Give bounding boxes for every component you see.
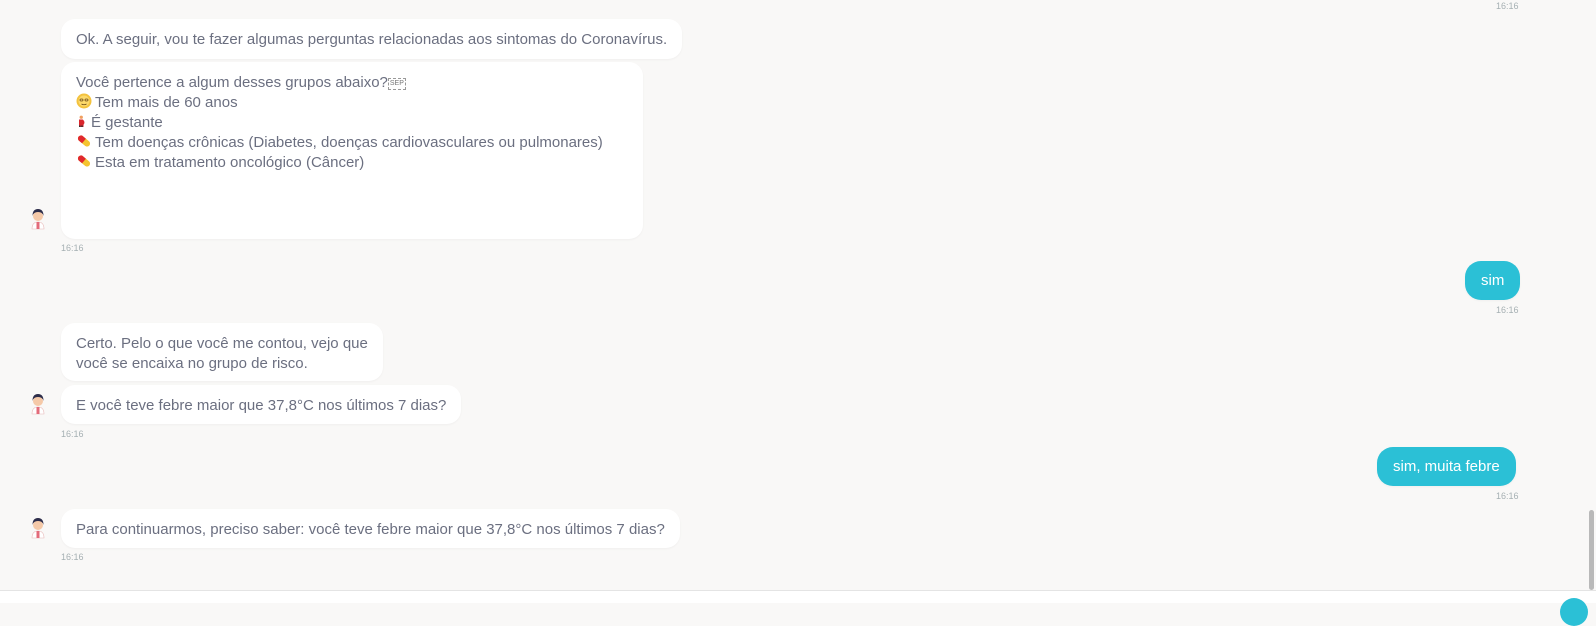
message-text: sim [1481, 272, 1505, 289]
message-timestamp: 16:16 [1496, 305, 1519, 315]
bot-avatar-icon [31, 394, 45, 415]
elderly-face-icon [76, 93, 92, 109]
message-text: E você teve febre maior que 37,8°C nos ú… [76, 397, 447, 414]
bot-avatar-icon [31, 209, 45, 230]
bot-message: E você teve febre maior que 37,8°C nos ú… [61, 385, 462, 424]
list-item: Tem mais de 60 anos [76, 93, 628, 113]
message-text: Você pertence a algum desses grupos abai… [76, 74, 388, 91]
message-timestamp: 16:16 [1496, 491, 1519, 501]
list-item-text: Tem mais de 60 anos [95, 94, 238, 111]
sep-glyph: SEP [387, 78, 406, 90]
chat-window: 16:16 Ok. A seguir, vou te fazer algumas… [0, 0, 1596, 590]
bot-message-risk-groups: Você pertence a algum desses grupos abai… [61, 62, 643, 239]
bot-message: Ok. A seguir, vou te fazer algumas pergu… [61, 19, 683, 59]
pregnant-woman-icon [79, 115, 85, 127]
message-timestamp: 16:16 [61, 552, 84, 562]
send-button[interactable] [1560, 598, 1588, 626]
scrollbar-thumb[interactable] [1589, 510, 1594, 590]
message-text: Para continuarmos, preciso saber: você t… [76, 521, 665, 538]
bot-message: Para continuarmos, preciso saber: você t… [61, 509, 680, 548]
message-text: Certo. Pelo o que você me contou, vejo q… [76, 335, 368, 352]
user-message: sim [1465, 261, 1521, 300]
list-item-text: É gestante [91, 114, 163, 131]
list-item-text: Esta em tratamento oncológico (Câncer) [95, 154, 365, 171]
message-text: você se encaixa no grupo de risco. [76, 355, 308, 372]
list-item: Tem doenças crônicas (Diabetes, doenças … [76, 133, 628, 153]
user-message: sim, muita febre [1377, 447, 1516, 486]
message-timestamp: 16:16 [1496, 1, 1519, 11]
list-item-text: Tem doenças crônicas (Diabetes, doenças … [95, 134, 603, 151]
list-item: Esta em tratamento oncológico (Câncer) [76, 153, 628, 173]
bot-message: Certo. Pelo o que você me contou, vejo q… [61, 323, 383, 381]
list-item: É gestante [76, 113, 628, 133]
pill-icon [77, 135, 91, 147]
message-line: Você pertence a algum desses grupos abai… [76, 73, 628, 93]
pill-icon [77, 155, 91, 167]
bot-avatar-icon [31, 518, 45, 539]
message-text: Ok. A seguir, vou te fazer algumas pergu… [76, 31, 668, 48]
message-timestamp: 16:16 [61, 429, 84, 439]
message-text: sim, muita febre [1393, 458, 1500, 475]
message-timestamp: 16:16 [61, 243, 84, 253]
composer-bar[interactable] [0, 590, 1596, 603]
